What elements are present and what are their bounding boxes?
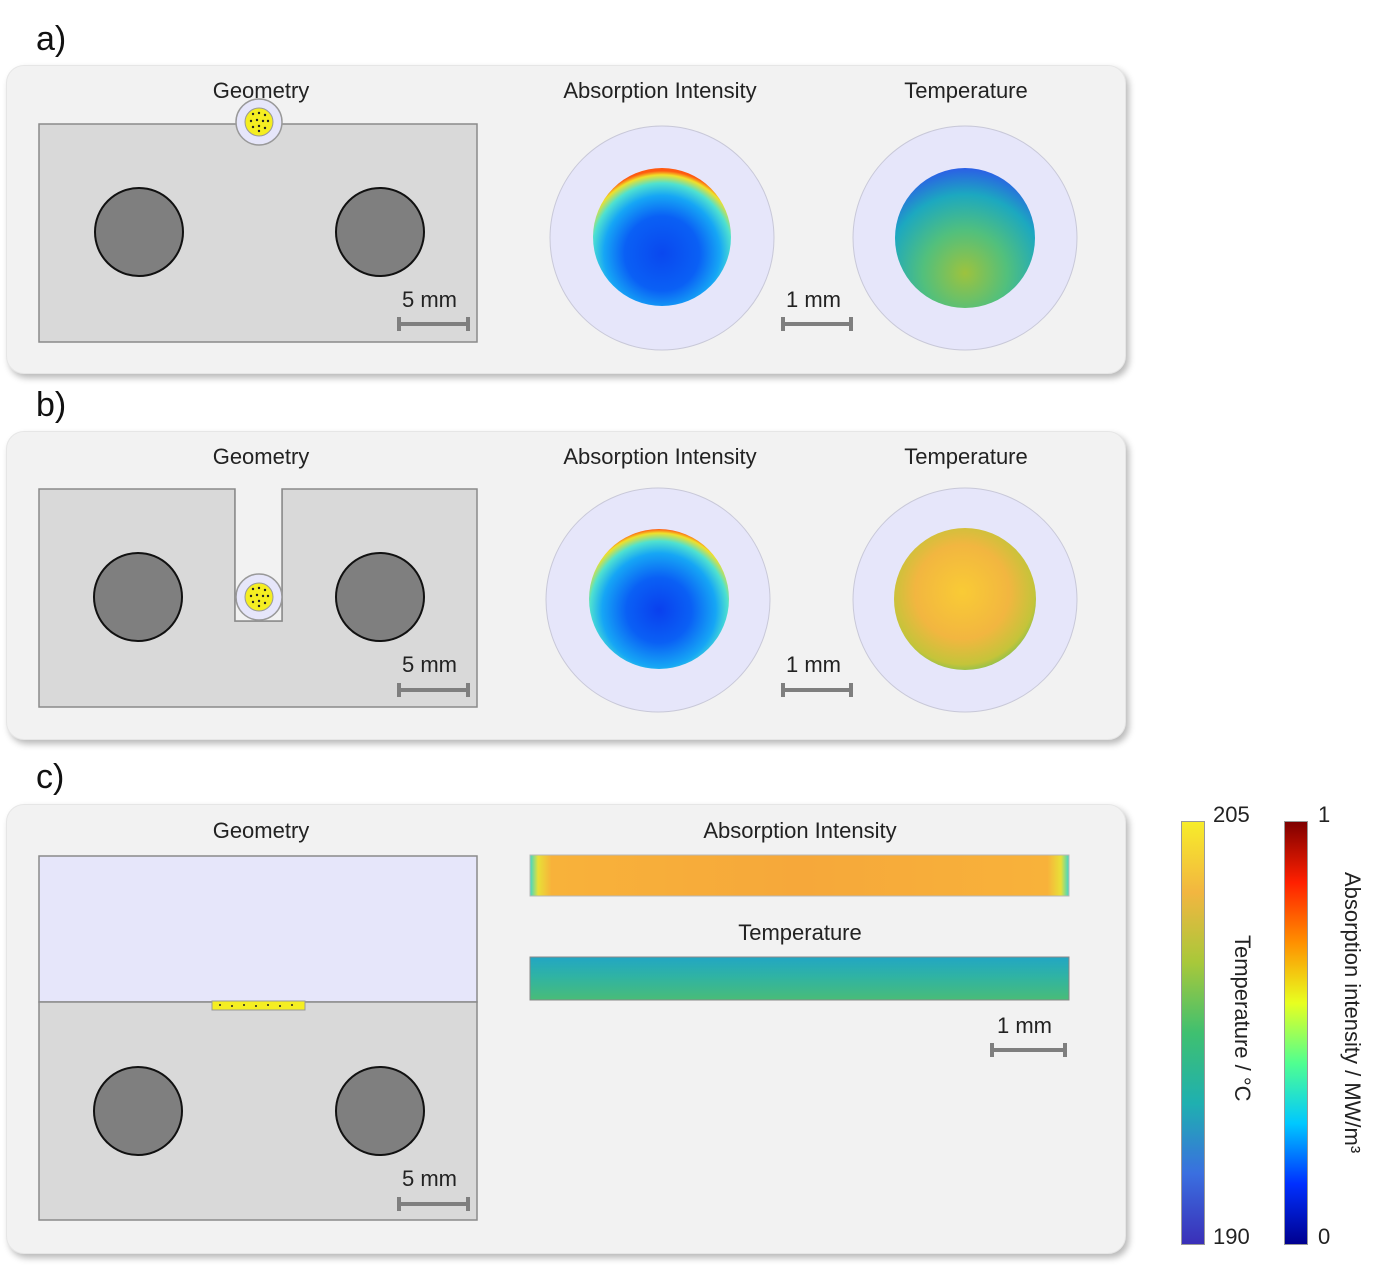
absorption-colorbar-label: Absorption intensity / MW/m³ xyxy=(1340,872,1365,1154)
sample xyxy=(211,1000,306,1011)
absorption-map xyxy=(529,854,1070,897)
temperature-map xyxy=(529,956,1070,1001)
scale-bar-1mm xyxy=(990,1043,1067,1057)
heating-rod xyxy=(93,1066,183,1156)
scale-label-5mm: 5 mm xyxy=(402,1166,457,1191)
temperature-colorbar xyxy=(1181,821,1205,1245)
absorption-colorbar-min: 0 xyxy=(1318,1224,1331,1249)
tube-region xyxy=(38,855,478,1003)
temperature-colorbar-label: Temperature / °C xyxy=(1230,935,1255,1102)
absorption-colorbar xyxy=(1284,821,1308,1245)
geometry-diagram-c xyxy=(38,854,1070,1221)
heating-rod xyxy=(335,1066,425,1156)
absorption-colorbar-max: 1 xyxy=(1318,802,1331,827)
temperature-colorbar-max: 205 xyxy=(1213,802,1250,827)
temperature-colorbar-min: 190 xyxy=(1213,1224,1250,1249)
scale-bar-5mm xyxy=(397,1197,470,1211)
scale-label-1mm: 1 mm xyxy=(997,1013,1052,1038)
